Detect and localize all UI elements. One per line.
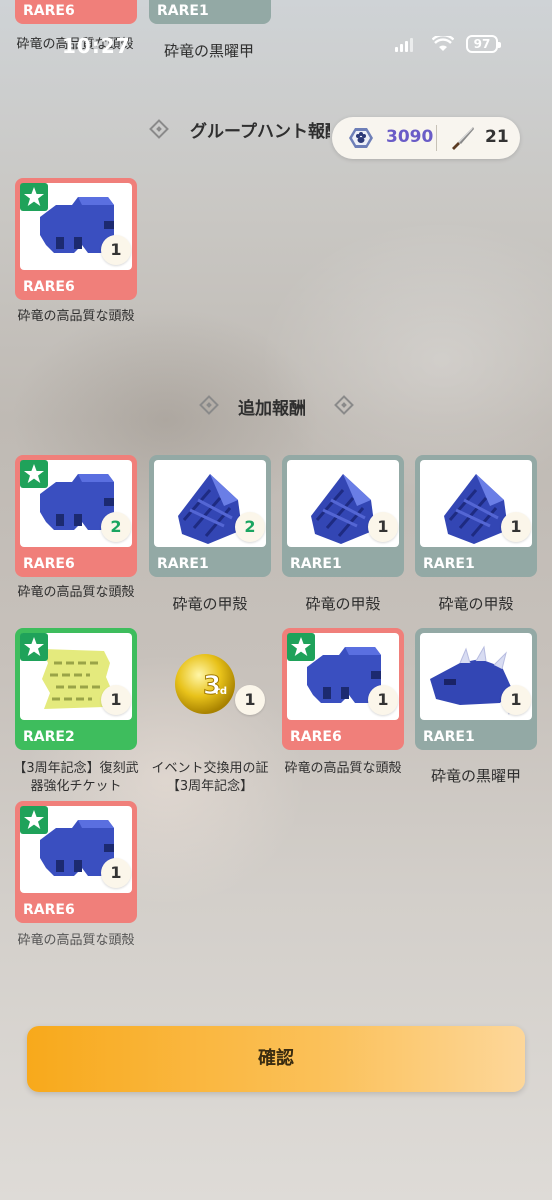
rarity-label: RARE6 xyxy=(23,279,75,295)
item-name: 砕竜の甲殻 xyxy=(172,595,248,613)
battery-indicator: 97 xyxy=(466,35,501,53)
signal-icon xyxy=(395,38,413,52)
star-icon xyxy=(20,460,48,488)
rarity-label: RARE2 xyxy=(23,729,75,745)
item-name: 砕竜の高品質な頭殻 xyxy=(17,309,135,324)
quantity-badge: 1 xyxy=(101,685,131,715)
diamond-ornament-icon xyxy=(149,119,169,139)
currency-bar[interactable]: 3090 21 xyxy=(332,117,520,159)
rarity-label: RARE6 xyxy=(290,729,342,745)
reward-card[interactable]: 1 RARE1 xyxy=(282,455,404,577)
rarity-label: RARE1 xyxy=(423,556,475,572)
quantity-badge: 1 xyxy=(101,858,131,888)
item-name: 砕竜の甲殻 xyxy=(305,595,381,613)
section-title-group-hunt: グループハント報酬 xyxy=(190,122,330,142)
ticket-count: 21 xyxy=(485,127,509,147)
item-name: 砕竜の高品質な頭殻 xyxy=(17,585,135,600)
gem-count: 3090 xyxy=(386,127,434,147)
star-icon xyxy=(20,806,48,834)
rarity-label: RARE6 xyxy=(23,902,75,918)
reward-card[interactable]: 3 rd 1 xyxy=(149,628,271,750)
reward-card[interactable]: 1 RARE6 xyxy=(15,801,137,923)
anniversary-coin-icon: 3 rd xyxy=(175,654,235,714)
quantity-badge: 1 xyxy=(101,235,131,265)
item-name: イベント交換用の証【3周年記念】 xyxy=(151,761,269,794)
star-icon xyxy=(20,183,48,211)
reward-card-partial[interactable]: RARE6 xyxy=(15,0,137,24)
item-name: 【3周年記念】復刻武器強化チケット xyxy=(13,761,139,794)
section-title-bonus: 追加報酬 xyxy=(238,399,306,419)
reward-card[interactable]: 2 RARE6 xyxy=(15,455,137,577)
reward-card[interactable]: 1 RARE2 xyxy=(15,628,137,750)
reward-card[interactable]: 1 RARE6 xyxy=(15,178,137,300)
knife-icon xyxy=(452,127,474,150)
reward-card[interactable]: 1 RARE1 xyxy=(415,455,537,577)
svg-text:rd: rd xyxy=(215,686,227,697)
quantity-badge: 2 xyxy=(235,512,265,542)
item-name: 砕竜の高品質な頭殻 xyxy=(17,933,135,948)
divider xyxy=(436,125,437,151)
quantity-badge: 1 xyxy=(368,685,398,715)
diamond-ornament-icon xyxy=(199,395,219,415)
reward-card[interactable]: 2 RARE1 xyxy=(149,455,271,577)
quantity-badge: 1 xyxy=(501,512,531,542)
item-name: 砕竜の黒曜甲 xyxy=(430,767,521,785)
star-icon xyxy=(287,633,315,661)
reward-card[interactable]: 1 RARE6 xyxy=(282,628,404,750)
reward-card-partial[interactable]: RARE1 xyxy=(149,0,271,24)
rarity-label: RARE6 xyxy=(23,3,75,19)
quantity-badge: 1 xyxy=(501,685,531,715)
diamond-ornament-icon xyxy=(334,395,354,415)
rarity-label: RARE1 xyxy=(157,3,209,19)
confirm-button[interactable]: 確認 xyxy=(27,1026,525,1092)
wifi-icon xyxy=(431,34,455,52)
quantity-badge: 1 xyxy=(235,685,265,715)
quantity-badge: 1 xyxy=(368,512,398,542)
item-name: 砕竜の甲殻 xyxy=(438,595,514,613)
rarity-label: RARE1 xyxy=(157,556,209,572)
status-time: 10:27 xyxy=(62,34,131,58)
quantity-badge: 2 xyxy=(101,512,131,542)
gem-currency-icon xyxy=(349,128,373,148)
star-icon xyxy=(20,633,48,661)
reward-card[interactable]: 1 RARE1 xyxy=(415,628,537,750)
rarity-label: RARE1 xyxy=(423,729,475,745)
rarity-label: RARE1 xyxy=(290,556,342,572)
rarity-label: RARE6 xyxy=(23,556,75,572)
item-name: 砕竜の黒曜甲 xyxy=(163,42,254,60)
item-name: 砕竜の高品質な頭殻 xyxy=(284,761,402,776)
